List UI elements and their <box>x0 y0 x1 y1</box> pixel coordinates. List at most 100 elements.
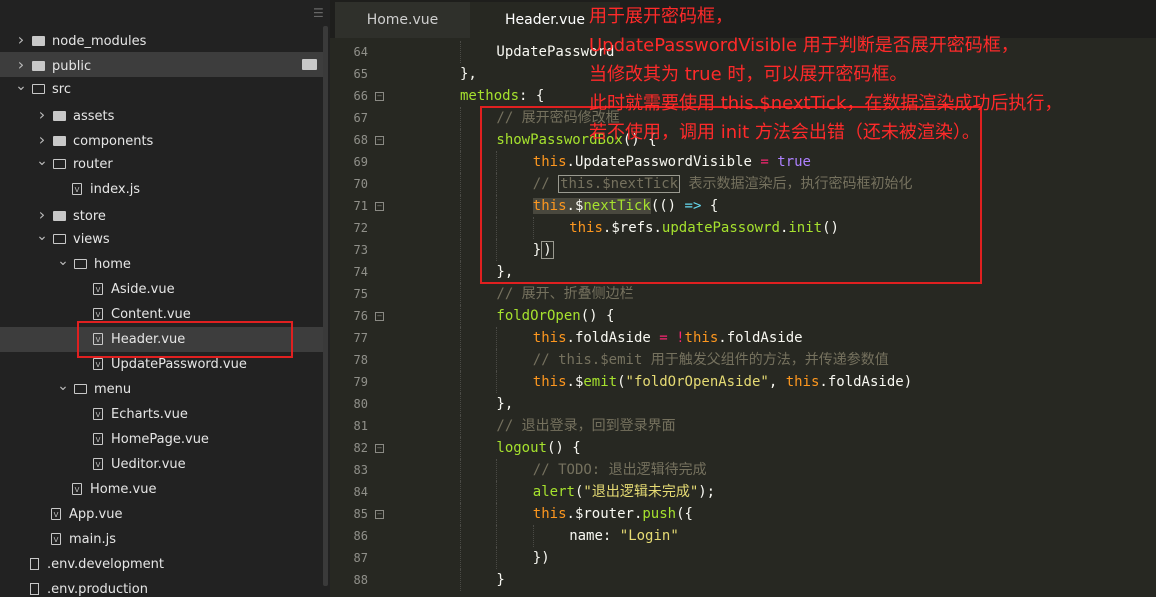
tree-file[interactable]: Vmain.js <box>35 527 116 552</box>
tree-file[interactable]: V Echarts.vue <box>77 402 188 427</box>
tree-file[interactable]: V Aside.vue <box>77 277 175 302</box>
indent-guide <box>496 349 498 371</box>
tree-file[interactable]: .env.production <box>14 577 148 597</box>
tree-file[interactable]: V Home.vue <box>56 477 156 502</box>
tree-folder[interactable]: › assets <box>35 102 115 127</box>
folder-icon <box>32 35 45 46</box>
code-line[interactable]: // this.$emit 用于触发父组件的方法，并传递参数值 <box>330 349 1156 371</box>
tree-folder[interactable]: ⌄ home <box>56 252 131 277</box>
code-line[interactable]: logout() { <box>330 437 1156 459</box>
code-line[interactable]: foldOrOpen() { <box>330 305 1156 327</box>
code-text: name: "Login" <box>569 528 679 544</box>
tree-item-label: Ueditor.vue <box>111 457 186 472</box>
selected-file-highlight-box <box>77 321 293 358</box>
tree-folder[interactable]: ⌄ src <box>14 77 71 102</box>
code-line[interactable]: this.$router.push({ <box>330 503 1156 525</box>
indent-guide <box>460 371 461 393</box>
tree-file[interactable]: V Ueditor.vue <box>77 452 186 477</box>
code-line[interactable]: }) <box>330 547 1156 569</box>
folder-icon <box>53 158 66 169</box>
indent-guide <box>460 129 461 151</box>
indent-guide <box>460 327 461 349</box>
code-text: foldOrOpen() { <box>496 308 615 324</box>
tree-item-label: node_modules <box>52 34 147 49</box>
tree-file[interactable]: Vindex.js <box>56 177 140 202</box>
annotation-line: 若不使用，调用 init 方法会出错（还未被渲染）。 <box>589 122 980 143</box>
folder-icon <box>302 59 317 70</box>
code-text: this.$router.push({ <box>532 506 693 522</box>
code-line[interactable]: } <box>330 569 1156 591</box>
chevron-down-icon[interactable]: ⌄ <box>56 374 70 399</box>
indent-guide <box>496 327 498 349</box>
file-icon: V <box>93 407 103 420</box>
annotation-line: 此时就需要使用 this.$nextTick，在数据渲染成功后执行， <box>589 93 1063 114</box>
indent-guide <box>460 217 461 239</box>
indent-guide <box>460 393 461 415</box>
tree-item-label: Home.vue <box>90 482 157 497</box>
chevron-right-icon[interactable]: › <box>35 102 49 127</box>
code-text: }) <box>532 550 550 566</box>
document-icon <box>30 557 39 570</box>
code-line[interactable]: // 退出登录，回到登录界面 <box>330 415 1156 437</box>
code-text: methods: { <box>460 88 545 104</box>
code-line[interactable]: name: "Login" <box>330 525 1156 547</box>
code-text: this.foldAside = !this.foldAside <box>532 330 803 346</box>
tree-item-label: App.vue <box>69 507 123 522</box>
indent-guide <box>532 525 534 547</box>
code-text: // TODO: 退出逻辑待完成 <box>532 462 707 478</box>
tree-folder[interactable]: ⌄ router <box>35 152 113 177</box>
file-icon: V <box>93 457 103 470</box>
code-line[interactable]: // TODO: 退出逻辑待完成 <box>330 459 1156 481</box>
chevron-down-icon[interactable]: ⌄ <box>35 224 49 249</box>
indent-guide <box>460 349 461 371</box>
tree-folder[interactable]: ⌄ views <box>35 227 110 252</box>
tree-item-label: home <box>94 257 131 272</box>
indent-guide <box>460 239 461 261</box>
sidebar-scrollbar[interactable] <box>323 26 328 586</box>
code-line[interactable]: this.$emit("foldOrOpenAside", this.foldA… <box>330 371 1156 393</box>
indent-guide <box>460 173 461 195</box>
tree-item-label: Echarts.vue <box>111 407 188 422</box>
tree-item-label: router <box>73 157 113 172</box>
indent-guide <box>460 503 461 525</box>
file-explorer-sidebar: ☰ › node_modules › public ⌄ src › assets › compon… <box>0 0 330 597</box>
code-text: // 展开、折叠侧边栏 <box>496 286 634 302</box>
chevron-down-icon[interactable]: ⌄ <box>56 249 70 274</box>
tree-file[interactable]: .env.development <box>14 552 164 577</box>
tree-item-label: Content.vue <box>111 307 191 322</box>
indent-guide <box>460 481 461 503</box>
tree-item-label: views <box>73 232 110 247</box>
tree-file[interactable]: V App.vue <box>35 502 122 527</box>
tree-folder[interactable]: ⌄ menu <box>56 377 131 402</box>
file-icon: V <box>93 432 103 445</box>
indent-guide <box>460 261 461 283</box>
tree-folder[interactable]: › node_modules <box>14 27 147 52</box>
indent-guide <box>460 547 461 569</box>
tab-home-vue[interactable]: Home.vue <box>335 2 470 38</box>
indent-guide <box>460 107 461 129</box>
tree-file[interactable]: V HomePage.vue <box>77 427 209 452</box>
code-text: } <box>496 572 505 588</box>
folder-icon <box>53 135 66 146</box>
folder-icon <box>32 83 45 94</box>
file-icon: V <box>51 532 61 545</box>
tree-item-label: src <box>52 82 71 97</box>
chevron-down-icon[interactable]: ⌄ <box>35 149 49 174</box>
code-line[interactable]: this.foldAside = !this.foldAside <box>330 327 1156 349</box>
code-line[interactable]: alert("退出逻辑未完成"); <box>330 481 1156 503</box>
tree-item-label: index.js <box>90 182 141 197</box>
folder-icon <box>53 233 66 244</box>
sidebar-menu-icon[interactable]: ☰ <box>313 6 324 20</box>
tree-item-label: components <box>73 134 154 149</box>
folder-icon <box>74 383 87 394</box>
chevron-right-icon[interactable]: › <box>14 27 28 52</box>
code-line[interactable]: // 展开、折叠侧边栏 <box>330 283 1156 305</box>
file-icon: V <box>93 282 103 295</box>
indent-guide <box>460 41 461 63</box>
chevron-down-icon[interactable]: ⌄ <box>14 74 28 99</box>
folder-icon <box>74 258 87 269</box>
code-line[interactable]: }, <box>330 393 1156 415</box>
code-text: logout() { <box>496 440 581 456</box>
tree-folder[interactable]: › components <box>35 127 154 152</box>
indent-guide <box>496 481 498 503</box>
